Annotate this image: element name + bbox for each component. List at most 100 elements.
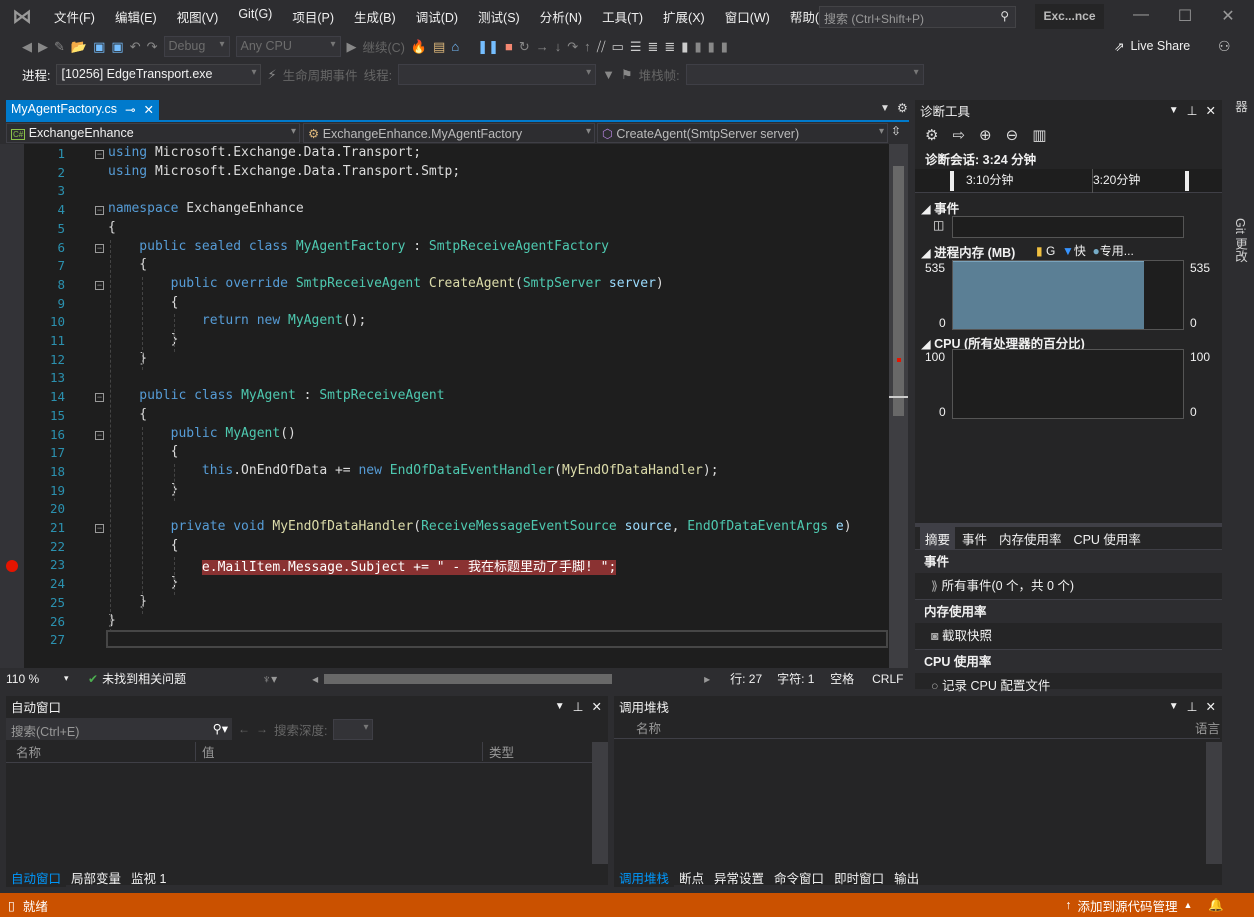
- settings-icon[interactable]: ⚙: [925, 126, 938, 144]
- tab[interactable]: CPU 使用率: [1069, 527, 1146, 550]
- pin-icon[interactable]: ⊥: [1187, 103, 1198, 118]
- minimize-button[interactable]: —: [1131, 6, 1151, 24]
- hot-reload-icon[interactable]: 🔥: [411, 39, 427, 55]
- search-depth-dropdown[interactable]: [333, 718, 374, 740]
- horizontal-scrollbar[interactable]: [324, 673, 613, 684]
- tab[interactable]: 事件: [957, 527, 992, 550]
- code-line[interactable]: }: [108, 332, 179, 347]
- code-line[interactable]: {: [108, 444, 179, 459]
- dropdown-icon[interactable]: ▼: [1169, 105, 1179, 116]
- search-box[interactable]: 搜索 (Ctrl+Shift+P) ⚲: [819, 6, 1016, 28]
- zoom-dropdown-icon[interactable]: ▾: [64, 673, 88, 684]
- open-folder-icon[interactable]: 📂: [71, 39, 87, 55]
- class-dropdown[interactable]: ⚙ ExchangeEnhance.MyAgentFactory: [303, 123, 595, 143]
- side-tab-solution-explorer[interactable]: 解决方案资源管理器: [1224, 96, 1254, 210]
- menu-item[interactable]: 扩展(X): [653, 7, 715, 26]
- col-name[interactable]: 名称: [6, 742, 196, 761]
- code-line[interactable]: public MyAgent(): [108, 426, 296, 441]
- tab[interactable]: 输出: [889, 865, 924, 887]
- code-line[interactable]: {: [108, 257, 147, 272]
- dropdown-icon[interactable]: ▼: [1169, 701, 1179, 712]
- menu-item[interactable]: 项目(P): [282, 7, 344, 26]
- code-line[interactable]: public class MyAgent : SmtpReceiveAgent: [108, 388, 444, 403]
- scroll-left-icon[interactable]: ◂: [312, 672, 318, 686]
- flag-icon[interactable]: ⚑: [621, 67, 633, 83]
- fold-toggle-icon[interactable]: −: [95, 206, 104, 216]
- fold-toggle-icon[interactable]: −: [95, 280, 104, 290]
- eol-indicator[interactable]: CRLF: [872, 672, 903, 686]
- continue-icon[interactable]: ▶: [347, 39, 357, 55]
- project-dropdown[interactable]: C# ExchangeEnhance: [6, 123, 300, 143]
- fold-toggle-icon[interactable]: −: [95, 524, 104, 533]
- continue-button[interactable]: 继续(C): [363, 37, 405, 56]
- config-dropdown[interactable]: Debug: [163, 36, 230, 57]
- scroll-right-icon[interactable]: ▸: [704, 672, 710, 686]
- tab[interactable]: 命令窗口: [769, 865, 829, 887]
- fold-toggle-icon[interactable]: −: [95, 430, 104, 440]
- code-line[interactable]: using Microsoft.Exchange.Data.Transport.…: [108, 164, 460, 179]
- code-line[interactable]: {: [108, 220, 116, 235]
- hex-icon[interactable]: ⧸⧸: [597, 39, 606, 55]
- code-line[interactable]: }: [108, 482, 179, 497]
- notifications-icon[interactable]: 🔔: [1208, 898, 1224, 913]
- split-icon[interactable]: ⇳: [891, 124, 901, 138]
- settings-icon[interactable]: ⚙: [897, 101, 908, 115]
- menu-item[interactable]: 测试(S): [468, 7, 530, 26]
- filter-icon[interactable]: ▼: [602, 67, 615, 82]
- pause-icon[interactable]: ❚❚: [477, 39, 499, 55]
- tab[interactable]: 即时窗口: [829, 865, 889, 887]
- export-icon[interactable]: ⇨: [952, 126, 965, 144]
- autos-scrollbar[interactable]: [592, 742, 608, 864]
- lifecycle-icon[interactable]: ⚡: [267, 67, 276, 83]
- stop-icon[interactable]: ■: [505, 39, 513, 54]
- zoom-in-icon[interactable]: ⊕: [979, 126, 992, 144]
- tab[interactable]: 自动窗口: [6, 865, 67, 887]
- code-line[interactable]: using Microsoft.Exchange.Data.Transport;: [108, 145, 421, 160]
- new-project-icon[interactable]: ✎: [54, 39, 65, 55]
- tab-list-dropdown-icon[interactable]: ▼: [880, 103, 890, 114]
- menu-item[interactable]: Git(G): [228, 7, 282, 26]
- pause-events-icon[interactable]: ◫: [933, 218, 944, 232]
- breakpoint-gutter[interactable]: [0, 144, 24, 668]
- code-line[interactable]: {: [108, 295, 179, 310]
- browser-icon[interactable]: ⌂: [451, 39, 459, 54]
- code-editor[interactable]: 1 using Microsoft.Exchange.Data.Transport…: [0, 144, 889, 668]
- vertical-scrollbar[interactable]: [889, 144, 908, 668]
- close-panel-icon[interactable]: ✕: [1206, 699, 1216, 714]
- tab[interactable]: 断点: [674, 865, 709, 887]
- search-icon[interactable]: ⚲▾: [213, 721, 228, 736]
- member-dropdown[interactable]: ⬡ CreateAgent(SmtpServer server): [597, 123, 888, 143]
- code-line[interactable]: {: [108, 407, 147, 422]
- cleanup-icon[interactable]: ♆▾: [262, 672, 312, 686]
- close-panel-icon[interactable]: ✕: [592, 699, 602, 714]
- find-folder-icon[interactable]: ▤: [433, 39, 445, 55]
- tab[interactable]: 内存使用率: [994, 527, 1067, 550]
- save-all-icon[interactable]: ▣: [111, 39, 123, 55]
- bookmark-icon[interactable]: ▮: [681, 39, 688, 55]
- memory-chart[interactable]: [952, 260, 1184, 330]
- code-line[interactable]: }: [108, 575, 179, 590]
- maximize-button[interactable]: ☐: [1175, 6, 1195, 26]
- menu-item[interactable]: 视图(V): [167, 7, 229, 26]
- platform-dropdown[interactable]: Any CPU: [235, 36, 341, 57]
- thread-dropdown[interactable]: [398, 64, 597, 85]
- dropdown-icon[interactable]: ▼: [555, 701, 565, 712]
- autos-search-input[interactable]: 搜索(Ctrl+E) ⚲▾: [6, 718, 232, 740]
- close-panel-icon[interactable]: ✕: [1206, 103, 1216, 118]
- code-line[interactable]: e.MailItem.Message.Subject += " - 我在标题里动…: [108, 556, 617, 576]
- menu-item[interactable]: 调试(D): [406, 7, 468, 26]
- tab[interactable]: 摘要: [920, 526, 956, 550]
- add-to-source-control[interactable]: 添加到源代码管理: [1077, 896, 1177, 915]
- menu-item[interactable]: 文件(F): [44, 7, 105, 26]
- col-value[interactable]: 值: [196, 742, 483, 761]
- tab[interactable]: 异常设置: [709, 865, 769, 887]
- undo-icon[interactable]: ↶: [130, 39, 141, 55]
- threads-icon[interactable]: ▭: [612, 39, 624, 55]
- zoom-dropdown[interactable]: 110 %: [6, 672, 64, 686]
- reset-view-icon[interactable]: ▥: [1032, 126, 1046, 144]
- lifecycle-events[interactable]: 生命周期事件: [283, 65, 358, 84]
- code-line[interactable]: this.OnEndOfData += new EndOfDataEventHa…: [108, 463, 719, 478]
- all-events-link[interactable]: ⟫ 所有事件(0 个，共 0 个): [915, 573, 1222, 599]
- redo-icon[interactable]: ↷: [147, 39, 158, 55]
- forward-icon[interactable]: ▶: [38, 39, 48, 55]
